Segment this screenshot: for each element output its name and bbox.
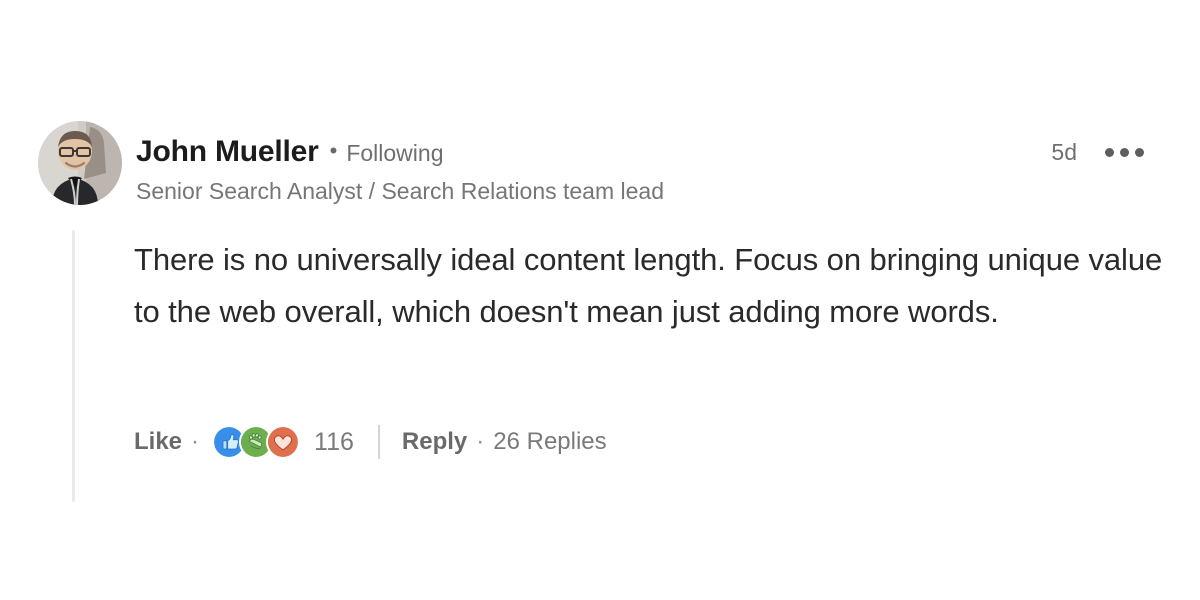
reactions-group[interactable]	[212, 425, 301, 459]
linkedin-comment: John Mueller • Following Senior Search A…	[0, 0, 1200, 600]
more-dot-icon	[1105, 148, 1114, 157]
action-separator-dot: ·	[191, 428, 200, 455]
reply-separator-dot: ·	[476, 428, 485, 455]
comment-text: There is no universally ideal content le…	[134, 242, 1163, 329]
author-headline: Senior Search Analyst / Search Relations…	[136, 177, 665, 204]
author-identity: John Mueller • Following Senior Search A…	[136, 135, 1016, 205]
reply-button[interactable]: Reply	[402, 428, 467, 456]
follow-status[interactable]: Following	[346, 140, 443, 166]
author-name-row: John Mueller • Following	[136, 135, 1016, 170]
avatar[interactable]	[38, 121, 122, 205]
comment-meta: 5d	[1051, 139, 1146, 166]
avatar-photo-icon	[38, 121, 122, 205]
author-name[interactable]: John Mueller	[136, 135, 319, 170]
thread-connector-line	[72, 230, 75, 502]
more-options-button[interactable]	[1103, 144, 1146, 161]
timestamp: 5d	[1051, 139, 1077, 165]
comment-header: John Mueller • Following Senior Search A…	[38, 121, 1168, 211]
replies-count[interactable]: 26 Replies	[493, 428, 606, 456]
like-button[interactable]: Like	[134, 428, 182, 456]
comment-actions: Like · 116 Reply · 26 Replies	[134, 419, 607, 465]
reaction-count[interactable]: 116	[314, 428, 354, 457]
more-dot-icon	[1120, 148, 1129, 157]
name-separator-dot: •	[329, 138, 338, 163]
action-divider	[377, 425, 380, 459]
more-dot-icon	[1135, 148, 1144, 157]
love-reaction-icon	[266, 425, 301, 459]
